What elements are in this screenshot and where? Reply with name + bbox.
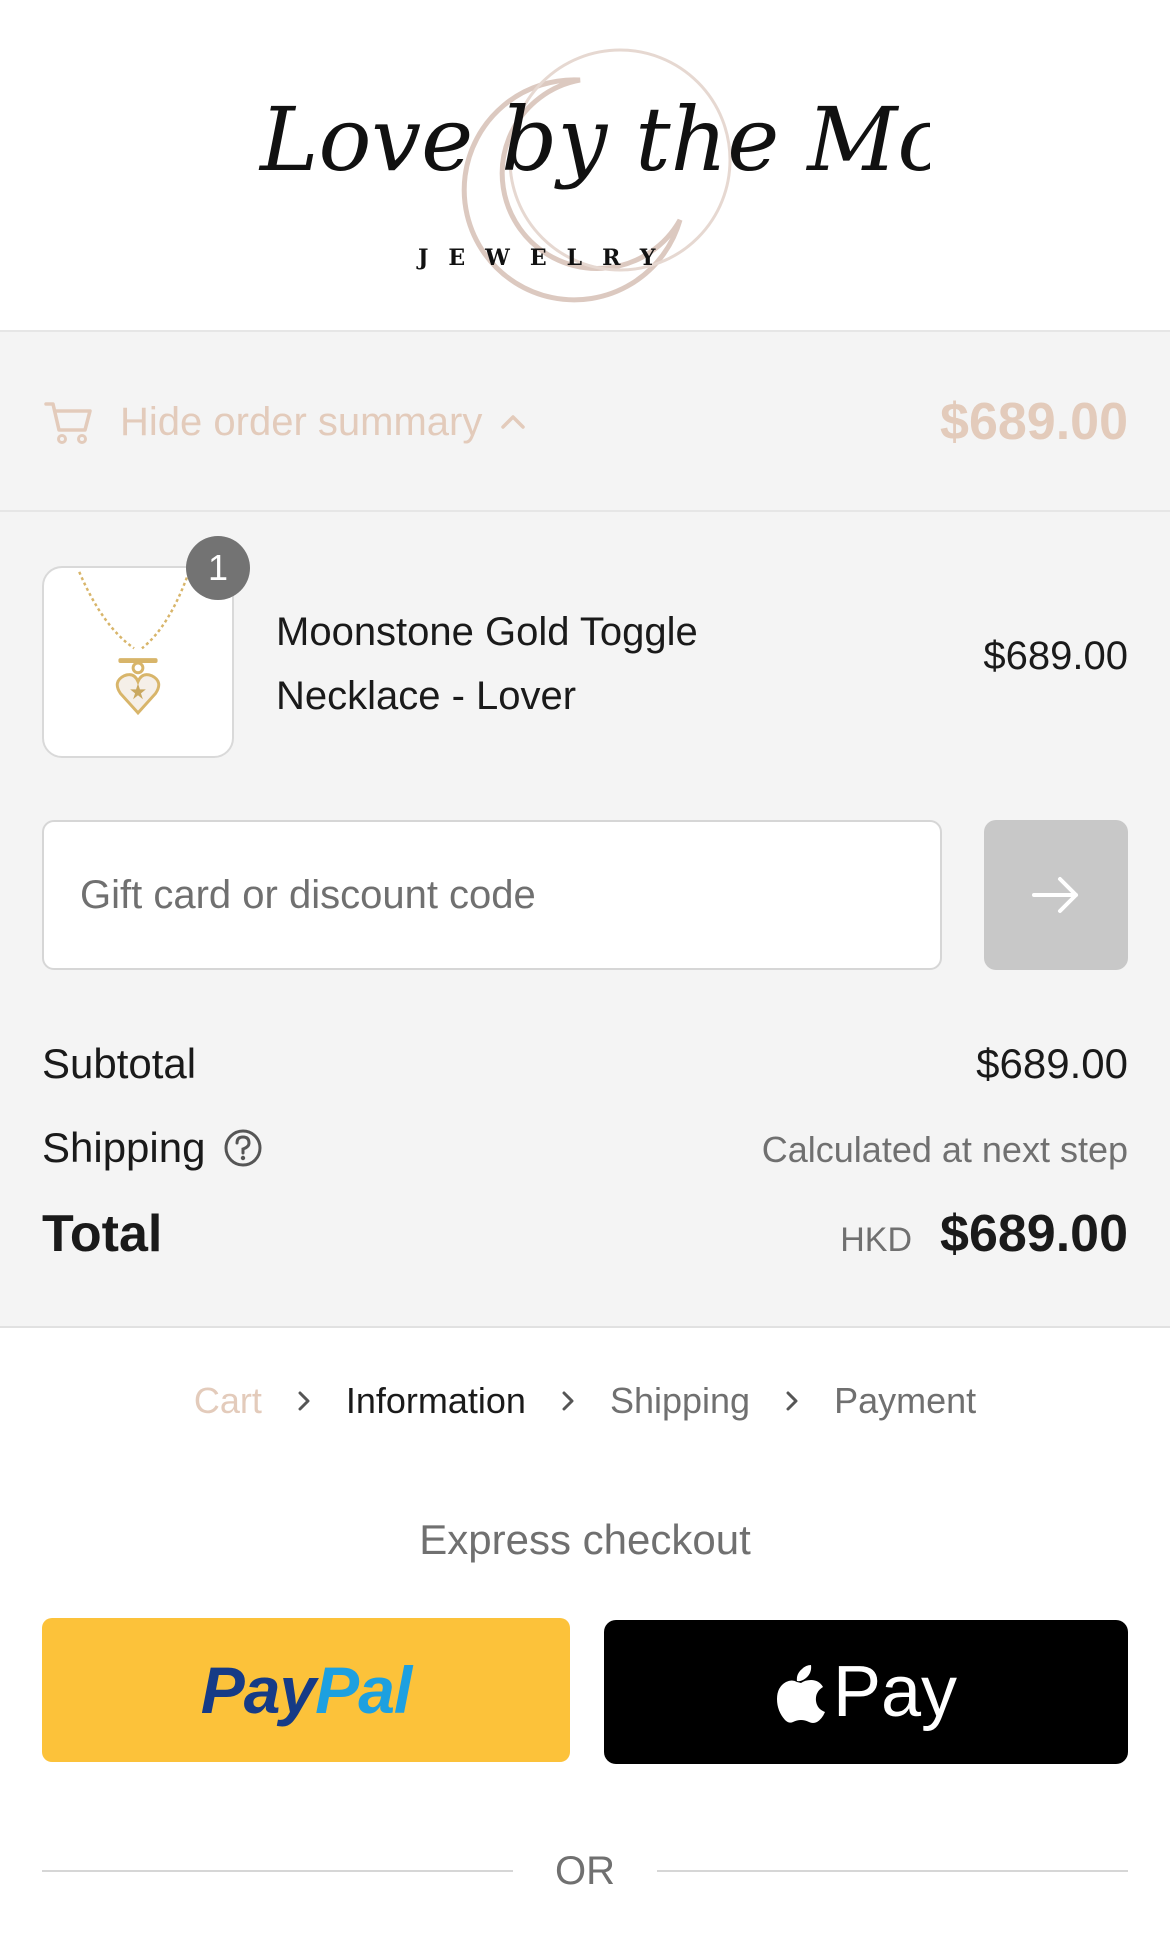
total-label: Total (42, 1205, 163, 1263)
shipping-row: Shipping Calculated at next step (42, 1124, 1128, 1172)
logo-script-text: Love by the Moon. (258, 88, 930, 191)
site-header: Love by the Moon. JEWELRY (0, 0, 1170, 332)
order-summary-toggle-bar: Hide order summary $689.00 (0, 332, 1170, 512)
currency-code: HKD (840, 1221, 913, 1259)
apply-discount-button[interactable] (984, 820, 1128, 970)
divider-line (657, 1870, 1128, 1872)
total-row: Total HKD $689.00 (42, 1204, 1128, 1264)
breadcrumb: Cart Information Shipping Payment (0, 1380, 1170, 1422)
summary-total-price: $689.00 (940, 393, 1128, 451)
subtotal-value: $689.00 (976, 1040, 1128, 1087)
discount-code-input[interactable] (42, 820, 942, 970)
subtotal-label: Subtotal (42, 1040, 197, 1087)
divider-line (42, 1870, 513, 1872)
paypal-button[interactable]: PayPal (42, 1618, 570, 1762)
apple-pay-label: Pay (832, 1652, 958, 1732)
shipping-value: Calculated at next step (761, 1129, 1128, 1170)
breadcrumb-shipping: Shipping (609, 1380, 751, 1421)
question-circle-icon[interactable] (223, 1128, 263, 1168)
chevron-right-icon (298, 1391, 310, 1411)
hide-order-summary-toggle[interactable]: Hide order summary (44, 394, 528, 450)
shipping-label-wrap: Shipping (42, 1124, 263, 1172)
breadcrumb-payment: Payment (834, 1380, 977, 1421)
express-checkout-title: Express checkout (419, 1516, 751, 1563)
breadcrumb-cart[interactable]: Cart (194, 1380, 262, 1422)
apple-pay-button[interactable]: Pay (604, 1620, 1128, 1764)
cart-icon (44, 402, 92, 444)
paypal-logo: PayPal (200, 1652, 413, 1728)
logo-graphic: Love by the Moon. JEWELRY (258, 48, 1088, 303)
total-value: $689.00 (940, 1205, 1128, 1263)
or-label: OR (555, 1848, 615, 1893)
chevron-right-icon (562, 1391, 574, 1411)
toggle-label: Hide order summary (120, 399, 483, 444)
order-summary: 1 Moonstone Gold Toggle Necklace - Lover… (0, 512, 1170, 1328)
total-amount: HKD $689.00 (840, 1204, 1128, 1264)
product-name: Moonstone Gold Toggle Necklace - Lover (276, 610, 698, 718)
store-logo[interactable]: Love by the Moon. JEWELRY (250, 20, 1088, 310)
paypal-logo-pal: Pal (315, 1653, 412, 1727)
breadcrumb-information: Information (345, 1380, 526, 1421)
quantity-badge: 1 (186, 536, 250, 600)
product-price: $689.00 (983, 634, 1128, 678)
chevron-right-icon (786, 1391, 798, 1411)
arrow-right-icon (1032, 877, 1078, 913)
logo-subtitle: JEWELRY (416, 245, 675, 271)
apple-icon (776, 1665, 825, 1723)
chevron-up-icon (501, 415, 526, 429)
subtotal-row: Subtotal $689.00 (42, 1040, 1128, 1088)
or-divider: OR (42, 1846, 1128, 1896)
paypal-logo-pay: Pay (200, 1653, 316, 1727)
shipping-label: Shipping (42, 1124, 206, 1171)
